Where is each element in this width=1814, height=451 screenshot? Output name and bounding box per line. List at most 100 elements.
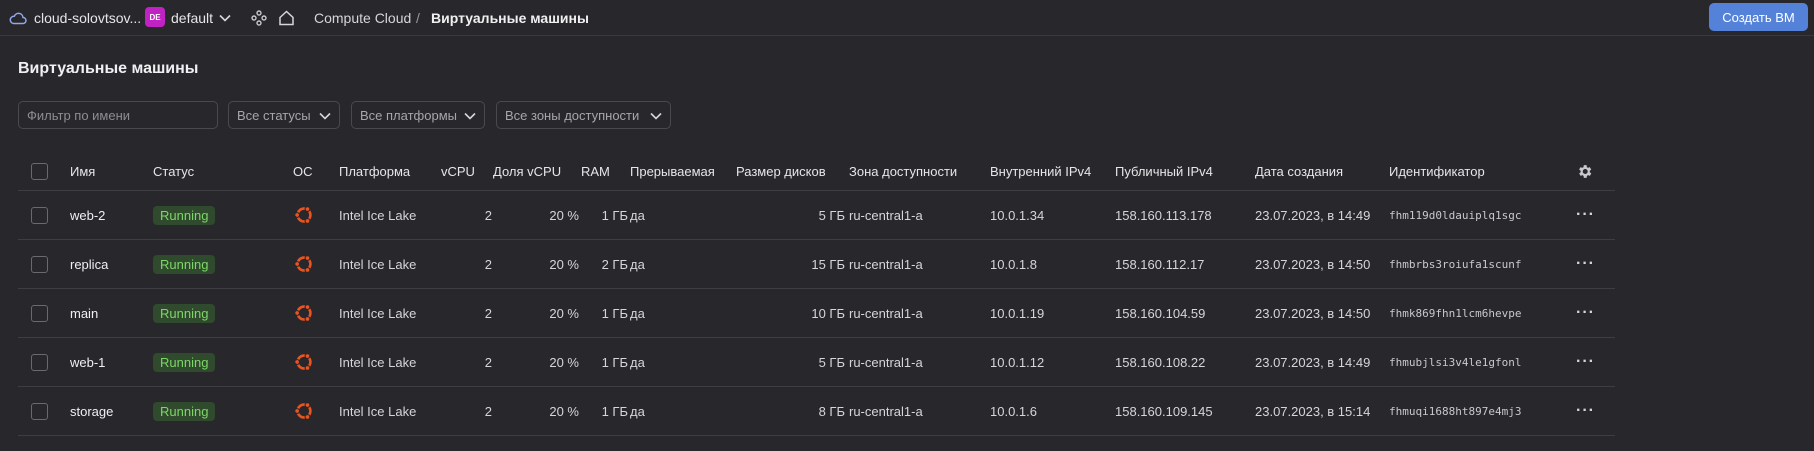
- public-ip-value: 158.160.104.59: [1115, 305, 1206, 321]
- vcpu-share-value: 20 %: [549, 256, 579, 272]
- gear-icon[interactable]: [1576, 153, 1593, 190]
- row-checkbox[interactable]: [31, 304, 48, 322]
- column-header-public-ip[interactable]: Публичный IPv4: [1115, 153, 1213, 190]
- row-select-cell: [31, 240, 48, 288]
- cloud-selector[interactable]: cloud-solovtsov...: [34, 0, 141, 35]
- select-all-cell: [31, 153, 48, 190]
- vm-id-value: fhmk869fhn1lcm6hevpe: [1389, 306, 1522, 320]
- column-header-ram[interactable]: RAM: [581, 153, 610, 190]
- row-checkbox[interactable]: [31, 206, 48, 224]
- ubuntu-icon: [293, 240, 315, 288]
- home-icon[interactable]: [278, 0, 295, 35]
- cloud-icon[interactable]: [9, 0, 27, 35]
- platform-filter-value: Все платформы: [360, 107, 457, 123]
- row-checkbox[interactable]: [31, 353, 48, 371]
- zone-value: ru-central1-a: [849, 305, 923, 321]
- column-header-os[interactable]: ОС: [293, 153, 313, 190]
- row-checkbox[interactable]: [31, 255, 48, 273]
- internal-ip-value: 10.0.1.19: [990, 305, 1045, 321]
- more-icon[interactable]: ···: [1576, 387, 1595, 435]
- zone-filter-select[interactable]: Все зоны доступности: [496, 101, 671, 129]
- chevron-down-icon: [650, 108, 662, 123]
- column-header-vcpu[interactable]: vCPU: [441, 153, 475, 190]
- breadcrumb-current: Виртуальные машины: [431, 9, 589, 26]
- zone-filter-value: Все зоны доступности: [505, 107, 640, 123]
- create-vm-button[interactable]: Создать ВМ: [1709, 3, 1808, 31]
- more-icon[interactable]: ···: [1576, 240, 1595, 288]
- preemptible-value: да: [630, 207, 645, 223]
- vm-name[interactable]: web-1: [70, 338, 105, 386]
- row-select-cell: [31, 191, 48, 239]
- preemptible-value: да: [630, 305, 645, 321]
- table-row[interactable]: replica Running Intel Ice Lake 2 20 % 2 ГБ да 1…: [18, 240, 1615, 289]
- ram-value: 2 ГБ: [601, 256, 628, 272]
- vm-name[interactable]: replica: [70, 240, 108, 288]
- name-filter-input[interactable]: [18, 101, 218, 129]
- column-header-preemptible[interactable]: Прерываемая: [630, 153, 715, 190]
- preemptible-value: да: [630, 354, 645, 370]
- column-header-created[interactable]: Дата создания: [1255, 153, 1343, 190]
- column-header-id[interactable]: Идентификатор: [1389, 153, 1485, 190]
- status-badge: Running: [153, 303, 216, 323]
- row-select-cell: [31, 338, 48, 386]
- table-header: Имя Статус ОС Платформа vCPU Доля vCPU R…: [18, 153, 1615, 191]
- vm-name[interactable]: storage: [70, 387, 113, 435]
- disk-size-value: 10 ГБ: [811, 305, 845, 321]
- vcpu-share-value: 20 %: [549, 207, 579, 223]
- created-date-value: 23.07.2023, в 14:49: [1255, 354, 1371, 370]
- ubuntu-icon: [293, 289, 315, 337]
- folder-selector[interactable]: default: [171, 0, 213, 35]
- select-all-checkbox[interactable]: [31, 163, 48, 180]
- public-ip-value: 158.160.113.178: [1115, 207, 1212, 223]
- status-cell: Running: [153, 289, 216, 337]
- vm-name[interactable]: main: [70, 289, 98, 337]
- more-icon[interactable]: ···: [1576, 191, 1595, 239]
- ubuntu-icon: [293, 191, 315, 239]
- status-cell: Running: [153, 387, 216, 435]
- ram-value: 1 ГБ: [601, 403, 628, 419]
- vm-name[interactable]: web-2: [70, 191, 105, 239]
- platform-filter-select[interactable]: Все платформы: [351, 101, 485, 129]
- vm-table: Имя Статус ОС Платформа vCPU Доля vCPU R…: [18, 153, 1615, 436]
- internal-ip-value: 10.0.1.34: [990, 207, 1045, 223]
- folder-avatar: DE: [145, 7, 165, 27]
- chevron-down-icon: [464, 108, 476, 123]
- column-header-zone[interactable]: Зона доступности: [849, 153, 957, 190]
- table-row[interactable]: main Running Intel Ice Lake 2 20 % 1 ГБ да 10 Г…: [18, 289, 1615, 338]
- services-icon[interactable]: [251, 0, 267, 35]
- vm-id-value: fhmubjlsi3v4le1gfonl: [1389, 355, 1522, 369]
- column-header-status[interactable]: Статус: [153, 153, 194, 190]
- more-icon[interactable]: ···: [1576, 289, 1595, 337]
- internal-ip-value: 10.0.1.6: [990, 403, 1037, 419]
- disk-size-value: 5 ГБ: [818, 354, 845, 370]
- created-date-value: 23.07.2023, в 14:50: [1255, 256, 1371, 272]
- public-ip-value: 158.160.108.22: [1115, 354, 1206, 370]
- status-filter-value: Все статусы: [237, 107, 311, 123]
- chevron-down-icon: [319, 108, 331, 123]
- column-header-disk-size[interactable]: Размер дисков: [736, 153, 826, 190]
- platform-value: Intel Ice Lake: [339, 354, 417, 370]
- vcpu-value: 2: [484, 305, 492, 321]
- breadcrumb-compute-cloud[interactable]: Compute Cloud: [314, 0, 411, 35]
- chevron-down-icon[interactable]: [219, 0, 231, 35]
- column-header-vcpu-share[interactable]: Доля vCPU: [493, 153, 561, 190]
- status-cell: Running: [153, 338, 216, 386]
- status-filter-select[interactable]: Все статусы: [228, 101, 340, 129]
- created-date-value: 23.07.2023, в 15:14: [1255, 403, 1371, 419]
- column-header-internal-ip[interactable]: Внутренний IPv4: [990, 153, 1091, 190]
- vcpu-share-value: 20 %: [549, 354, 579, 370]
- more-icon[interactable]: ···: [1576, 338, 1595, 386]
- column-header-name[interactable]: Имя: [70, 153, 95, 190]
- page-title: Виртуальные машины: [18, 60, 199, 77]
- status-cell: Running: [153, 240, 216, 288]
- status-badge: Running: [153, 401, 216, 421]
- table-row[interactable]: web-1 Running Intel Ice Lake 2 20 % 1 ГБ да 5 Г…: [18, 338, 1615, 387]
- public-ip-value: 158.160.112.17: [1115, 256, 1205, 272]
- table-row[interactable]: web-2 Running Intel Ice Lake 2 20 % 1 ГБ да 5 Г…: [18, 191, 1615, 240]
- created-date-value: 23.07.2023, в 14:50: [1255, 305, 1371, 321]
- vcpu-value: 2: [484, 403, 492, 419]
- row-checkbox[interactable]: [31, 402, 48, 420]
- column-header-platform[interactable]: Платформа: [339, 153, 410, 190]
- vcpu-value: 2: [484, 354, 492, 370]
- table-row[interactable]: storage Running Intel Ice Lake 2 20 % 1 ГБ да 8…: [18, 387, 1615, 436]
